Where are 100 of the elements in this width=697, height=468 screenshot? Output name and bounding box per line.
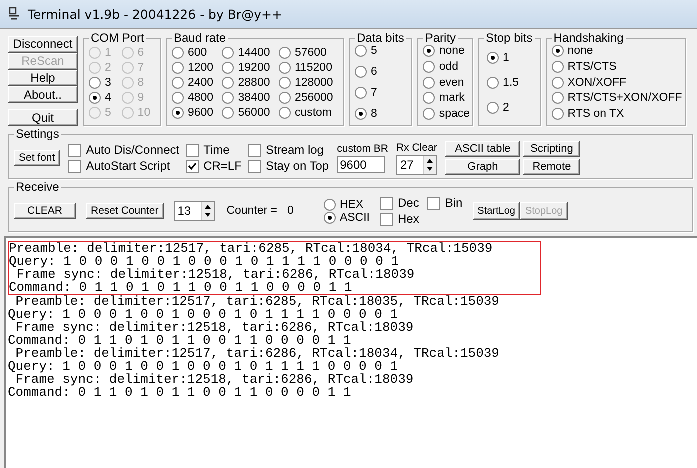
checkbox-label: Auto Dis/Connect [86, 143, 180, 157]
radio-button[interactable] [423, 76, 436, 88]
set-font-button[interactable]: Set font [14, 150, 60, 166]
radio-label: RTS/CTS+XON/XOFF [568, 92, 682, 104]
radio-button[interactable] [278, 92, 291, 104]
radio-button[interactable] [552, 60, 564, 73]
checkbox-label: Time [204, 143, 230, 157]
radio-button[interactable] [355, 108, 367, 120]
field-label: custom BR [337, 143, 388, 155]
group-title: Parity [424, 32, 458, 45]
radio-button[interactable] [222, 62, 234, 74]
field-label: Rx Clear [396, 142, 438, 154]
checkbox[interactable] [248, 160, 261, 172]
radio-label: 2 [503, 102, 510, 114]
radio-button[interactable] [222, 92, 234, 104]
checkbox-label: CR=LF [204, 159, 242, 173]
radio-label: 4 [105, 92, 112, 104]
radio-button[interactable] [552, 45, 564, 57]
radio-button[interactable] [487, 76, 500, 88]
radio-label: RTS/CTS [568, 60, 617, 73]
reset-counter-button[interactable]: Reset Counter [86, 203, 164, 219]
log-line: Query: 1 0 0 0 1 0 0 1 0 0 0 1 0 1 1 1 1 0 0 0 0 1 [8, 308, 398, 321]
radio-button[interactable] [172, 92, 184, 104]
radio-label: 5 [371, 45, 378, 57]
radio-label: 56000 [238, 106, 270, 118]
side-button[interactable]: Quit [8, 109, 78, 126]
checkbox-label: AutoStart Script [86, 159, 170, 173]
checkbox[interactable] [427, 196, 440, 210]
radio-label: 2400 [188, 76, 214, 88]
group-title: COM Port [90, 32, 146, 45]
log-line: Frame sync: delimiter:12518, tari:6286, RTcal:18039 [16, 321, 415, 334]
radio-label: even [439, 76, 464, 88]
checkbox[interactable] [380, 196, 393, 210]
radio-label: odd [439, 60, 459, 73]
radio-button[interactable] [222, 106, 234, 118]
radio-button[interactable] [278, 76, 291, 88]
radio-button[interactable] [552, 76, 564, 88]
radio-button[interactable] [355, 87, 367, 99]
settings-button[interactable]: Scripting [523, 141, 580, 157]
radio-label: 19200 [238, 62, 270, 74]
log-line: Preamble: delimiter:12517, tari:6285, RTcal:18035, TRcal:15039 [14, 295, 500, 308]
log-line: Command: 0 1 1 0 1 0 1 1 0 0 1 1 0 0 0 0 1 1 [9, 281, 354, 294]
radio-label: 2 [105, 62, 112, 74]
radio-button[interactable] [355, 66, 367, 78]
radio-button[interactable] [487, 102, 500, 114]
radio-button[interactable] [324, 198, 336, 210]
radio-label: none [439, 45, 465, 57]
radio-button[interactable] [324, 212, 336, 224]
radio-button[interactable] [89, 92, 101, 104]
group-title: Baud rate [173, 32, 228, 45]
radio-button[interactable] [172, 106, 184, 118]
log-line: Preamble: delimiter:12517, tari:6286, RTcal:18034, TRcal:15039 [14, 347, 500, 360]
radio-button[interactable] [552, 92, 564, 104]
radio-label: 6 [371, 66, 378, 78]
checkbox-label: Stream log [266, 143, 324, 157]
radio-button[interactable] [278, 46, 291, 58]
settings-button[interactable]: Remote [523, 159, 580, 175]
counter-value: 0 [288, 205, 294, 217]
radio-button[interactable] [222, 76, 234, 88]
radio-label: 10 [138, 106, 151, 118]
radio-button[interactable] [172, 46, 184, 58]
radio-button[interactable] [278, 106, 291, 118]
checkbox[interactable] [380, 212, 393, 226]
radio-button[interactable] [89, 76, 101, 88]
radio-label: 8 [371, 108, 378, 120]
checkbox[interactable] [186, 160, 199, 172]
counter-spinner[interactable]: 13 [174, 201, 215, 221]
side-button[interactable]: Help [8, 70, 78, 86]
radio-button[interactable] [423, 108, 436, 120]
checkbox[interactable] [248, 144, 261, 156]
checkbox[interactable] [186, 144, 199, 156]
radio-button[interactable] [278, 62, 291, 74]
side-button[interactable]: About.. [8, 86, 78, 104]
rx-clear-spinner[interactable]: 27 [396, 154, 438, 174]
radio-button[interactable] [172, 62, 184, 74]
checkbox[interactable] [68, 160, 82, 172]
group-title: Receive [15, 181, 60, 194]
log-line: Frame sync: delimiter:12518, tari:6286, RTcal:18039 [16, 268, 416, 281]
radio-button[interactable] [355, 45, 367, 57]
radio-label: 128000 [294, 76, 334, 88]
clear-button[interactable]: CLEAR [14, 203, 76, 219]
custom-br-field[interactable]: 9600 [337, 156, 386, 173]
radio-button[interactable] [222, 46, 234, 58]
radio-button[interactable] [423, 92, 436, 104]
radio-label: 14400 [238, 46, 270, 58]
log-line: Frame sync: delimiter:12518, tari:6286, RTcal:18039 [16, 373, 415, 386]
checkbox-label: Stay on Top [266, 159, 330, 173]
side-button[interactable]: Disconnect [8, 36, 78, 53]
settings-button[interactable]: Graph [445, 159, 520, 175]
radio-button[interactable] [487, 52, 500, 64]
radio-button[interactable] [552, 108, 564, 120]
start-log-button[interactable]: StartLog [472, 202, 520, 220]
radio-button[interactable] [172, 76, 184, 88]
radio-label: XON/XOFF [568, 76, 627, 88]
radio-button[interactable] [423, 60, 436, 73]
settings-button[interactable]: ASCII table [445, 141, 520, 157]
radio-label: 4800 [188, 92, 214, 104]
radio-button[interactable] [423, 45, 436, 57]
radio-label: ASCII [340, 212, 370, 224]
checkbox[interactable] [68, 144, 82, 156]
